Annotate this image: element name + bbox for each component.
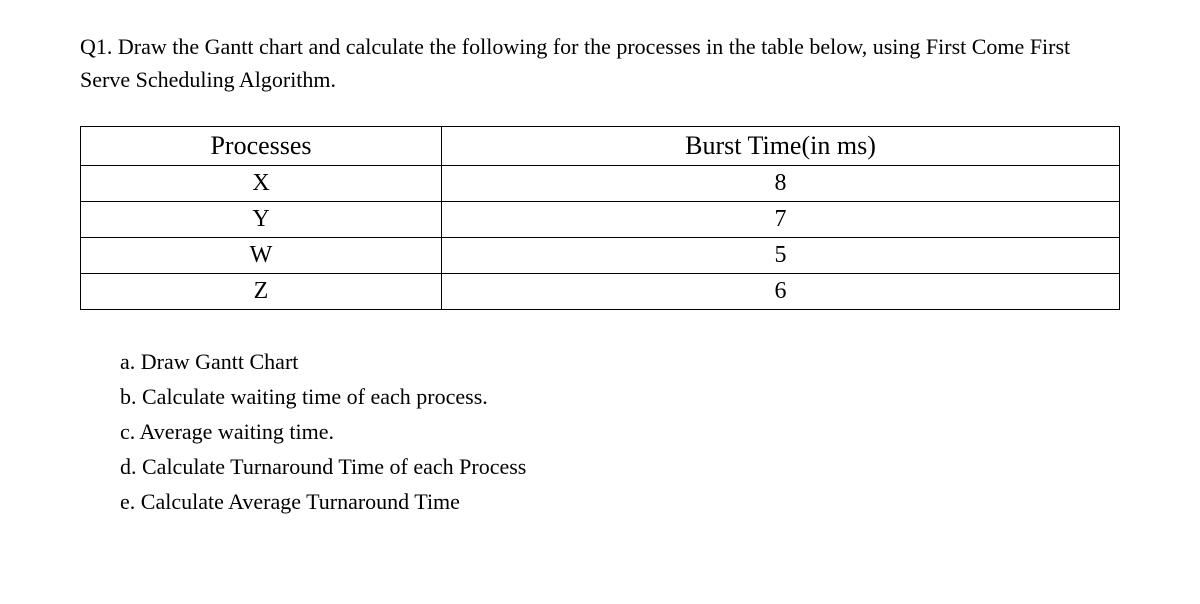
table-row: Y 7 (81, 202, 1120, 238)
process-table: Processes Burst Time(in ms) X 8 Y 7 W 5 … (80, 126, 1120, 310)
table-row: W 5 (81, 238, 1120, 274)
subquestion-a: a. Draw Gantt Chart (120, 345, 1120, 378)
cell-burst: 6 (442, 274, 1120, 310)
header-processes: Processes (81, 127, 442, 166)
cell-burst: 5 (442, 238, 1120, 274)
subquestion-e: e. Calculate Average Turnaround Time (120, 485, 1120, 518)
cell-process: Y (81, 202, 442, 238)
question-prompt: Q1. Draw the Gantt chart and calculate t… (80, 30, 1120, 96)
subquestion-b: b. Calculate waiting time of each proces… (120, 380, 1120, 413)
cell-burst: 8 (442, 166, 1120, 202)
cell-process: W (81, 238, 442, 274)
table-header-row: Processes Burst Time(in ms) (81, 127, 1120, 166)
header-burst-time: Burst Time(in ms) (442, 127, 1120, 166)
sub-questions-list: a. Draw Gantt Chart b. Calculate waiting… (80, 345, 1120, 518)
cell-process: Z (81, 274, 442, 310)
subquestion-d: d. Calculate Turnaround Time of each Pro… (120, 450, 1120, 483)
subquestion-c: c. Average waiting time. (120, 415, 1120, 448)
cell-process: X (81, 166, 442, 202)
table-row: Z 6 (81, 274, 1120, 310)
cell-burst: 7 (442, 202, 1120, 238)
table-row: X 8 (81, 166, 1120, 202)
